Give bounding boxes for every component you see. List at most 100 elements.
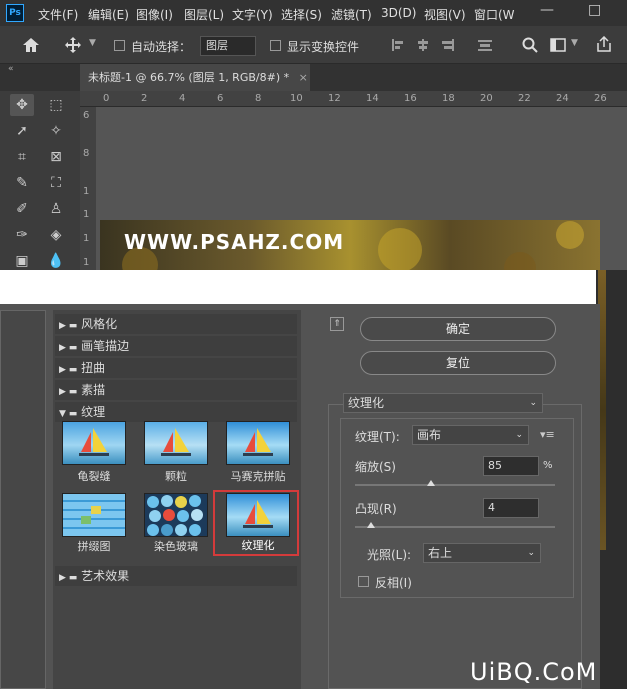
move-tool-icon[interactable]: ✥ <box>10 94 34 116</box>
menu-type[interactable]: 文字(Y) <box>232 6 273 23</box>
scaling-slider-handle[interactable] <box>427 480 435 486</box>
folder-sketch[interactable]: ▶ ▬ 素描 <box>55 380 297 400</box>
layer-select-dropdown[interactable]: 图层 <box>200 36 256 56</box>
crop-tool-icon[interactable]: ⌗ <box>10 146 34 168</box>
thumb-label: 颗粒 <box>165 470 187 483</box>
ruler-tick: 8 <box>83 148 90 159</box>
ok-button[interactable]: 确定 <box>360 317 556 341</box>
patch-tool-icon[interactable]: ⛶ <box>44 172 68 194</box>
collapse-gallery-icon[interactable]: ⇑ <box>330 317 344 331</box>
texture-dropdown[interactable]: 画布 ⌄ <box>412 425 529 445</box>
ruler-tick: 10 <box>290 93 303 104</box>
menu-view[interactable]: 视图(V) <box>424 6 466 23</box>
ruler-tick: 6 <box>83 110 90 121</box>
gradient-tool-icon[interactable]: ▣ <box>10 250 34 272</box>
menu-filter[interactable]: 滤镜(T) <box>331 6 372 23</box>
eyedropper-icon[interactable]: ✎ <box>10 172 34 194</box>
site-watermark: UiBQ.CoM <box>470 658 598 686</box>
ruler-tick: 1 <box>83 257 90 268</box>
dialog-preview-strip <box>0 270 596 304</box>
scrollbar[interactable] <box>596 270 627 689</box>
reset-button[interactable]: 复位 <box>360 351 556 375</box>
auto-select-checkbox[interactable] <box>114 40 125 51</box>
thumb-patchwork[interactable] <box>62 493 126 537</box>
folder-texture[interactable]: ▼ ▬ 纹理 <box>55 402 297 422</box>
relief-label: 凸现(R) <box>355 502 397 516</box>
folder-label: 扭曲 <box>81 361 106 375</box>
light-dropdown[interactable]: 右上 ⌄ <box>423 543 541 563</box>
document-tab[interactable]: 未标题-1 @ 66.7% (图层 1, RGB/8#) * × <box>80 64 310 91</box>
show-transform-label: 显示变换控件 <box>287 40 360 54</box>
folder-brush-strokes[interactable]: ▶ ▬ 画笔描边 <box>55 336 297 356</box>
texture-value: 画布 <box>417 428 442 442</box>
patchwork-pattern <box>81 506 101 524</box>
chevron-down-icon: ⌄ <box>527 548 535 558</box>
ruler-tick: 12 <box>328 93 341 104</box>
thumb-grain[interactable] <box>144 421 208 465</box>
search-icon[interactable] <box>522 37 538 53</box>
thumb-craquelure[interactable] <box>62 421 126 465</box>
tools-panel: ✥ ⬚ ➚ ✧ ⌗ ⊠ ✎ ⛶ ✐ ♙ ✑ ◈ ▣ 💧 <box>0 91 80 276</box>
folder-artistic[interactable]: ▶ ▬ 艺术效果 <box>55 566 297 586</box>
ruler-tick: 26 <box>594 93 607 104</box>
folder-distort[interactable]: ▶ ▬ 扭曲 <box>55 358 297 378</box>
frame-tool-icon[interactable]: ⊠ <box>44 146 68 168</box>
chevron-down-icon[interactable]: ▼ <box>89 38 96 48</box>
align-icons[interactable] <box>392 38 492 52</box>
folder-label: 风格化 <box>81 317 118 331</box>
share-icon[interactable] <box>596 36 612 52</box>
eraser-icon[interactable]: ◈ <box>44 224 68 246</box>
close-tab-icon[interactable]: × <box>299 71 308 84</box>
chevron-down-icon[interactable]: ▼ <box>571 38 578 48</box>
menu-layer[interactable]: 图层(L) <box>184 6 224 23</box>
menu-edit[interactable]: 编辑(E) <box>88 6 129 23</box>
ruler-tick: 24 <box>556 93 569 104</box>
menu-window[interactable]: 窗口(W <box>474 6 515 23</box>
texture-menu-icon[interactable]: ▾≡ <box>540 428 555 441</box>
blur-tool-icon[interactable]: 💧 <box>44 250 68 272</box>
marquee-tool-icon[interactable]: ⬚ <box>44 94 68 116</box>
texture-label: 纹理(T): <box>355 430 400 444</box>
thumb-stained-glass[interactable] <box>144 493 208 537</box>
minimize-button[interactable]: — <box>540 2 554 18</box>
scaling-slider[interactable] <box>355 484 555 486</box>
stamp-tool-icon[interactable]: ♙ <box>44 198 68 220</box>
scaling-unit: % <box>543 460 553 471</box>
thumb-mosaic-tiles[interactable] <box>226 421 290 465</box>
menu-select[interactable]: 选择(S) <box>281 6 322 23</box>
workspace-icon[interactable] <box>550 38 566 52</box>
folder-stylize[interactable]: ▶ ▬ 风格化 <box>55 314 297 334</box>
magic-wand-icon[interactable]: ✧ <box>44 120 68 142</box>
thumb-label: 龟裂缝 <box>77 470 111 483</box>
folder-label: 纹理 <box>81 405 106 419</box>
relief-slider[interactable] <box>355 526 555 528</box>
ruler-tick: 8 <box>255 93 262 104</box>
scaling-input[interactable]: 85 <box>483 456 539 476</box>
ruler-tick: 1 <box>83 209 90 220</box>
menu-3d[interactable]: 3D(D) <box>381 6 416 20</box>
restore-button[interactable]: □ <box>588 2 601 18</box>
chevron-down-icon: ⌄ <box>529 398 537 408</box>
ruler-tick: 20 <box>480 93 493 104</box>
relief-slider-handle[interactable] <box>367 522 375 528</box>
move-tool-icon[interactable] <box>64 36 82 54</box>
menu-bar: Ps 文件(F) 编辑(E) 图像(I) 图层(L) 文字(Y) 选择(S) 滤… <box>0 0 627 26</box>
ruler-tick: 2 <box>141 93 148 104</box>
lasso-tool-icon[interactable]: ➚ <box>10 120 34 142</box>
ruler-tick: 14 <box>366 93 379 104</box>
menu-image[interactable]: 图像(I) <box>136 6 173 23</box>
relief-input[interactable]: 4 <box>483 498 539 518</box>
auto-select-label: 自动选择： <box>131 40 192 54</box>
stained-glass-pattern <box>147 495 203 536</box>
home-icon[interactable] <box>22 37 40 53</box>
ruler-tick: 4 <box>179 93 186 104</box>
sailboat-icon <box>79 428 109 456</box>
invert-checkbox[interactable] <box>358 576 369 587</box>
filter-select-dropdown[interactable]: 纹理化 ⌄ <box>343 393 543 413</box>
history-brush-icon[interactable]: ✑ <box>10 224 34 246</box>
collapse-panel-icon[interactable]: « <box>8 64 14 74</box>
brush-tool-icon[interactable]: ✐ <box>10 198 34 220</box>
document-tab-strip: « 未标题-1 @ 66.7% (图层 1, RGB/8#) * × <box>0 64 627 91</box>
show-transform-checkbox[interactable] <box>270 40 281 51</box>
menu-file[interactable]: 文件(F) <box>38 6 78 23</box>
